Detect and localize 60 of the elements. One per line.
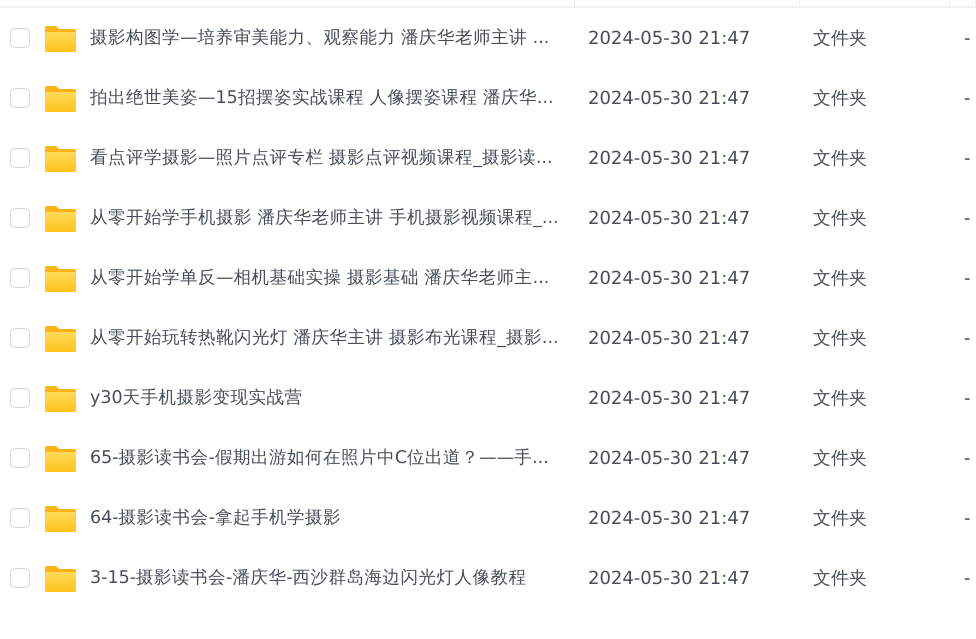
checkbox[interactable] [10,508,30,528]
modified-time: 2024-05-30 21:47 [588,508,750,528]
modified-time: 2024-05-30 21:47 [588,448,750,468]
checkbox[interactable] [10,448,30,468]
file-size: - [964,268,970,288]
file-type: 文件夹 [813,568,867,588]
folder-name[interactable]: 3-15-摄影读书会-潘庆华-西沙群岛海边闪光灯人像教程 [90,564,527,592]
folder-icon [45,264,76,292]
folder-icon [45,24,76,52]
file-size: - [964,208,970,228]
checkbox[interactable] [10,208,30,228]
folder-icon [45,84,76,112]
modified-time: 2024-05-30 21:47 [588,28,750,48]
file-type: 文件夹 [813,508,867,528]
folder-icon [45,324,76,352]
modified-time: 2024-05-30 21:47 [588,568,750,588]
folder-name[interactable]: 64-摄影读书会-拿起手机学摄影 [90,504,341,532]
file-size: - [964,148,970,168]
file-size: - [964,28,970,48]
folder-icon [45,384,76,412]
file-type: 文件夹 [813,148,867,168]
folder-icon [45,144,76,172]
checkbox[interactable] [10,568,30,588]
folder-name[interactable]: 摄影构图学—培养审美能力、观察能力 潘庆华老师主讲 ... [90,24,550,52]
file-size: - [964,88,970,108]
modified-time: 2024-05-30 21:47 [588,208,750,228]
file-type: 文件夹 [813,88,867,108]
file-size: - [964,568,970,588]
folder-name[interactable]: 65-摄影读书会-假期出游如何在照片中C位出道？——手... [90,444,549,472]
file-type: 文件夹 [813,328,867,348]
folder-name[interactable]: 从零开始学单反—相机基础实操 摄影基础 潘庆华老师主... [90,264,550,292]
file-type: 文件夹 [813,268,867,288]
modified-time: 2024-05-30 21:47 [588,148,750,168]
checkbox[interactable] [10,88,30,108]
checkbox[interactable] [10,28,30,48]
file-type: 文件夹 [813,448,867,468]
folder-icon [45,564,76,592]
folder-name[interactable]: 从零开始玩转热靴闪光灯 潘庆华主讲 摄影布光课程_摄影... [90,324,559,352]
modified-time: 2024-05-30 21:47 [588,388,750,408]
file-size: - [964,448,970,468]
folder-icon [45,444,76,472]
modified-time: 2024-05-30 21:47 [588,88,750,108]
file-type: 文件夹 [813,208,867,228]
file-size: - [964,388,970,408]
modified-time: 2024-05-30 21:47 [588,328,750,348]
checkbox[interactable] [10,328,30,348]
modified-time: 2024-05-30 21:47 [588,268,750,288]
file-size: - [964,508,970,528]
file-type: 文件夹 [813,388,867,408]
folder-name[interactable]: 拍出绝世美姿—15招摆姿实战课程 人像摆姿课程 潘庆华... [90,84,554,112]
folder-name[interactable]: y30天手机摄影变现实战营 [90,384,303,412]
file-size: - [964,328,970,348]
folder-icon [45,204,76,232]
file-type: 文件夹 [813,28,867,48]
folder-icon [45,504,76,532]
folder-name[interactable]: 从零开始学手机摄影 潘庆华老师主讲 手机摄影视频课程_... [90,204,559,232]
folder-name[interactable]: 看点评学摄影—照片点评专栏 摄影点评视频课程_摄影读... [90,144,553,172]
checkbox[interactable] [10,148,30,168]
checkbox[interactable] [10,268,30,288]
checkbox[interactable] [10,388,30,408]
